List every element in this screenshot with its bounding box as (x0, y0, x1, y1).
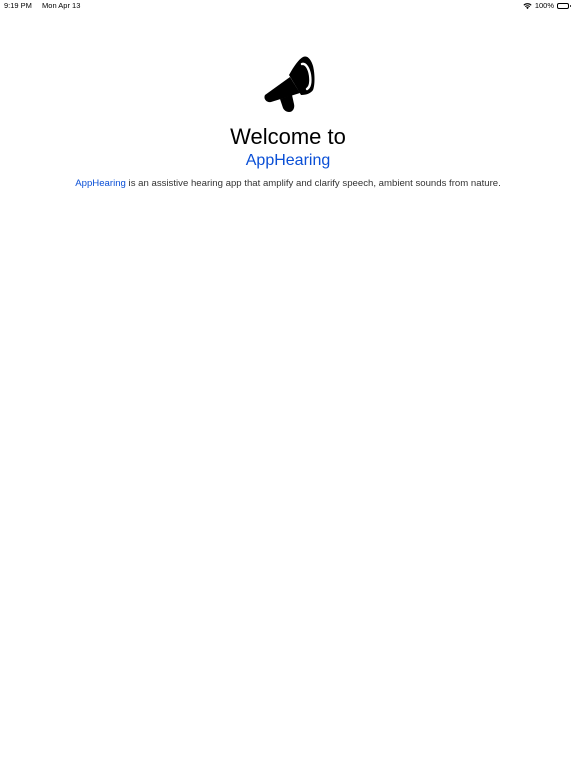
status-left: 9:19 PM Mon Apr 13 (4, 0, 88, 12)
status-right: 100% (523, 0, 572, 12)
status-date: Mon Apr 13 (42, 1, 81, 10)
megaphone-icon (264, 56, 315, 112)
description-text: is an assistive hearing app that amplify… (125, 178, 501, 189)
wifi-icon (523, 3, 532, 10)
description: AppHearing is an assistive hearing app t… (0, 178, 576, 189)
app-name-title: AppHearing (245, 152, 331, 169)
app-name-link[interactable]: AppHearing (75, 178, 126, 189)
battery-icon (557, 2, 572, 10)
status-bar: 9:19 PM Mon Apr 13 100% (0, 0, 576, 12)
welcome-title: Welcome to (230, 124, 346, 149)
status-time: 9:19 PM (4, 1, 32, 10)
battery-percent: 100% (534, 1, 554, 10)
